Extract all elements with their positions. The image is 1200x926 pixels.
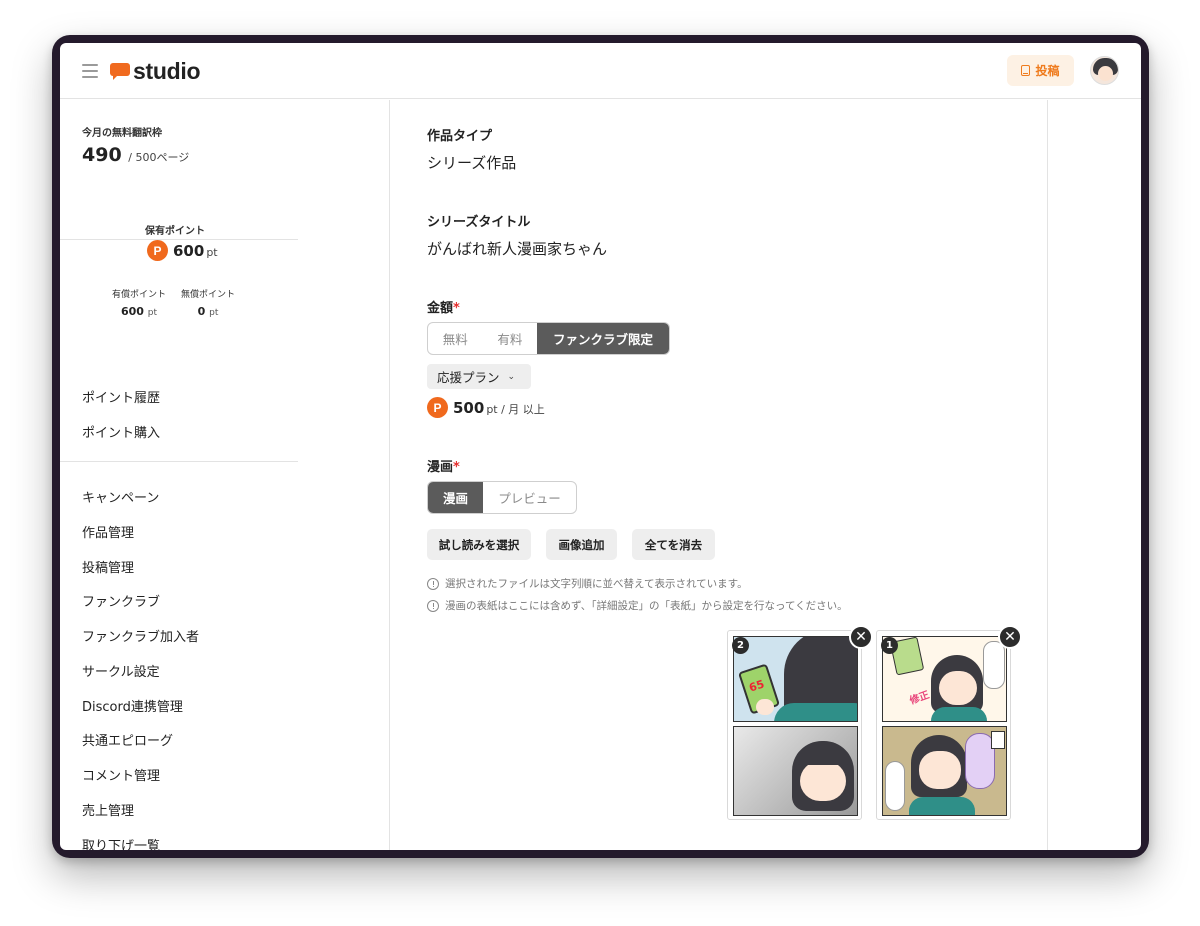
manga-panel [882,726,1007,816]
tab-preview[interactable]: プレビュー [483,482,576,513]
series-title-value: がんばれ新人漫画家ちゃん [427,240,608,258]
required-mark: * [453,301,460,316]
manga-panel [733,726,858,816]
speech-box [991,731,1005,749]
work-type-value: シリーズ作品 [427,154,517,172]
app-screen: studio 投稿 今月の無料翻訳枠 490 / 500ページ 保有ポイント P… [60,43,1141,850]
required-mark: * [453,460,460,475]
sidebar-item-sales[interactable]: 売上管理 [82,800,134,819]
header: studio 投稿 [60,43,1141,99]
logo-text: studio [133,57,201,84]
sidebar-item-fanclub[interactable]: ファンクラブ [82,591,160,610]
quota-label: 今月の無料翻訳枠 [82,128,162,139]
add-image-button[interactable]: 画像追加 [546,529,617,560]
manga-panel: 65 [733,636,858,722]
plan-price: P 500 pt / 月 以上 [427,397,545,418]
post-button-label: 投稿 [1035,64,1060,78]
manga-tabs: 漫画 プレビュー [427,481,577,514]
character-shirt [931,707,987,721]
note-text: 漫画の表紙はここには含めず、「詳細設定」の「表紙」から設定を行なってください。 [445,600,848,612]
sidebar-item-campaign[interactable]: キャンペーン [82,487,159,506]
logo-icon [110,62,130,80]
quota-value: 490 / 500ページ [82,144,189,166]
avatar[interactable] [1090,56,1119,85]
select-trial-button[interactable]: 試し読みを選択 [427,529,531,560]
close-icon[interactable]: ✕ [849,625,873,649]
logo[interactable]: studio [110,57,201,85]
info-icon [427,599,439,612]
plan-select[interactable]: 応援プラン ⌄ [427,364,531,389]
page-number-badge: 2 [732,637,749,654]
note-text: 選択されたファイルは文字列順に並べ替えて表示されています。 [445,578,748,590]
sidebar: 今月の無料翻訳枠 490 / 500ページ 保有ポイント P 600 pt 有償… [60,100,390,850]
manga-label: 漫画* [427,456,460,475]
price-segmented-control: 無料 有料 ファンクラブ限定 [427,322,670,355]
info-icon [427,577,439,590]
sidebar-item-comments[interactable]: コメント管理 [82,765,160,784]
note-cover: 漫画の表紙はここには含めず、「詳細設定」の「表紙」から設定を行なってください。 [427,598,848,613]
note-sort-order: 選択されたファイルは文字列順に並べ替えて表示されています。 [427,576,748,591]
menu-icon[interactable] [82,64,98,78]
work-type-label: 作品タイプ [427,129,493,144]
manga-label-text: 漫画 [427,460,454,475]
speech-bubble [983,641,1005,689]
free-points: 無償ポイント 0 pt [163,287,253,318]
manga-page-thumbnail[interactable]: 2 ✕ 65 [727,625,873,820]
paid-points-unit: pt [147,308,158,318]
plan-select-value: 応援プラン [437,370,500,385]
points-balance: P 600 pt [147,240,218,261]
clear-all-button[interactable]: 全てを消去 [632,529,715,560]
character-face [800,761,846,801]
free-points-label: 無償ポイント [180,290,235,300]
hand [756,699,774,715]
quota-number: 490 [82,144,122,166]
sidebar-item-works[interactable]: 作品管理 [82,522,134,541]
free-points-value: 0 [197,305,206,318]
sidebar-item-epilogue[interactable]: 共通エピローグ [82,730,173,749]
points-value: 600 [173,241,205,260]
post-icon [1021,65,1031,76]
sidebar-item-circle-settings[interactable]: サークル設定 [82,661,160,680]
divider [60,461,298,462]
price-option-fanclub[interactable]: ファンクラブ限定 [537,323,669,354]
post-button[interactable]: 投稿 [1007,55,1074,86]
price-label: 金額* [427,297,460,316]
sidebar-item-fanclub-members[interactable]: ファンクラブ加入者 [82,626,199,645]
point-coin-icon: P [427,397,448,418]
paid-points-value: 600 [120,305,144,318]
page-number-badge: 1 [881,637,898,654]
character-bangs [796,749,850,765]
chevron-down-icon: ⌄ [507,371,516,382]
character-face [919,751,961,789]
price-label-text: 金額 [427,301,454,316]
points-label: 保有ポイント [145,226,205,237]
character-shirt [774,703,857,721]
sidebar-item-withdrawn[interactable]: 取り下げ一覧 [82,835,160,850]
device-frame: studio 投稿 今月の無料翻訳枠 490 / 500ページ 保有ポイント P… [52,35,1149,858]
stamp-text: 修正 [908,689,931,707]
manga-page-thumbnail[interactable]: 1 ✕ 修正 [876,625,1022,820]
sidebar-item-discord[interactable]: Discord連携管理 [82,696,183,715]
price-option-paid[interactable]: 有料 [483,323,538,354]
series-title-label: シリーズタイトル [427,215,531,230]
close-icon[interactable]: ✕ [998,625,1022,649]
plan-price-unit: pt / 月 以上 [486,403,545,416]
plan-price-value: 500 [453,398,485,417]
character-shirt [909,797,975,815]
character-face [939,671,977,705]
speech-bubble [885,761,905,811]
free-points-unit: pt [209,308,219,318]
points-unit: pt [206,245,218,259]
sidebar-item-posts[interactable]: 投稿管理 [82,557,134,576]
quota-unit: / 500ページ [128,151,190,164]
main-content: 作品タイプ シリーズ作品 シリーズタイトル がんばれ新人漫画家ちゃん 金額* 無… [391,100,1048,850]
phone-text: 65 [747,677,766,695]
sidebar-item-point-purchase[interactable]: ポイント購入 [82,422,160,441]
tab-manga[interactable]: 漫画 [428,482,483,513]
point-coin-icon: P [147,240,168,261]
manga-panel: 修正 [882,636,1007,722]
sidebar-item-point-history[interactable]: ポイント履歴 [82,387,160,406]
price-option-free[interactable]: 無料 [428,323,483,354]
